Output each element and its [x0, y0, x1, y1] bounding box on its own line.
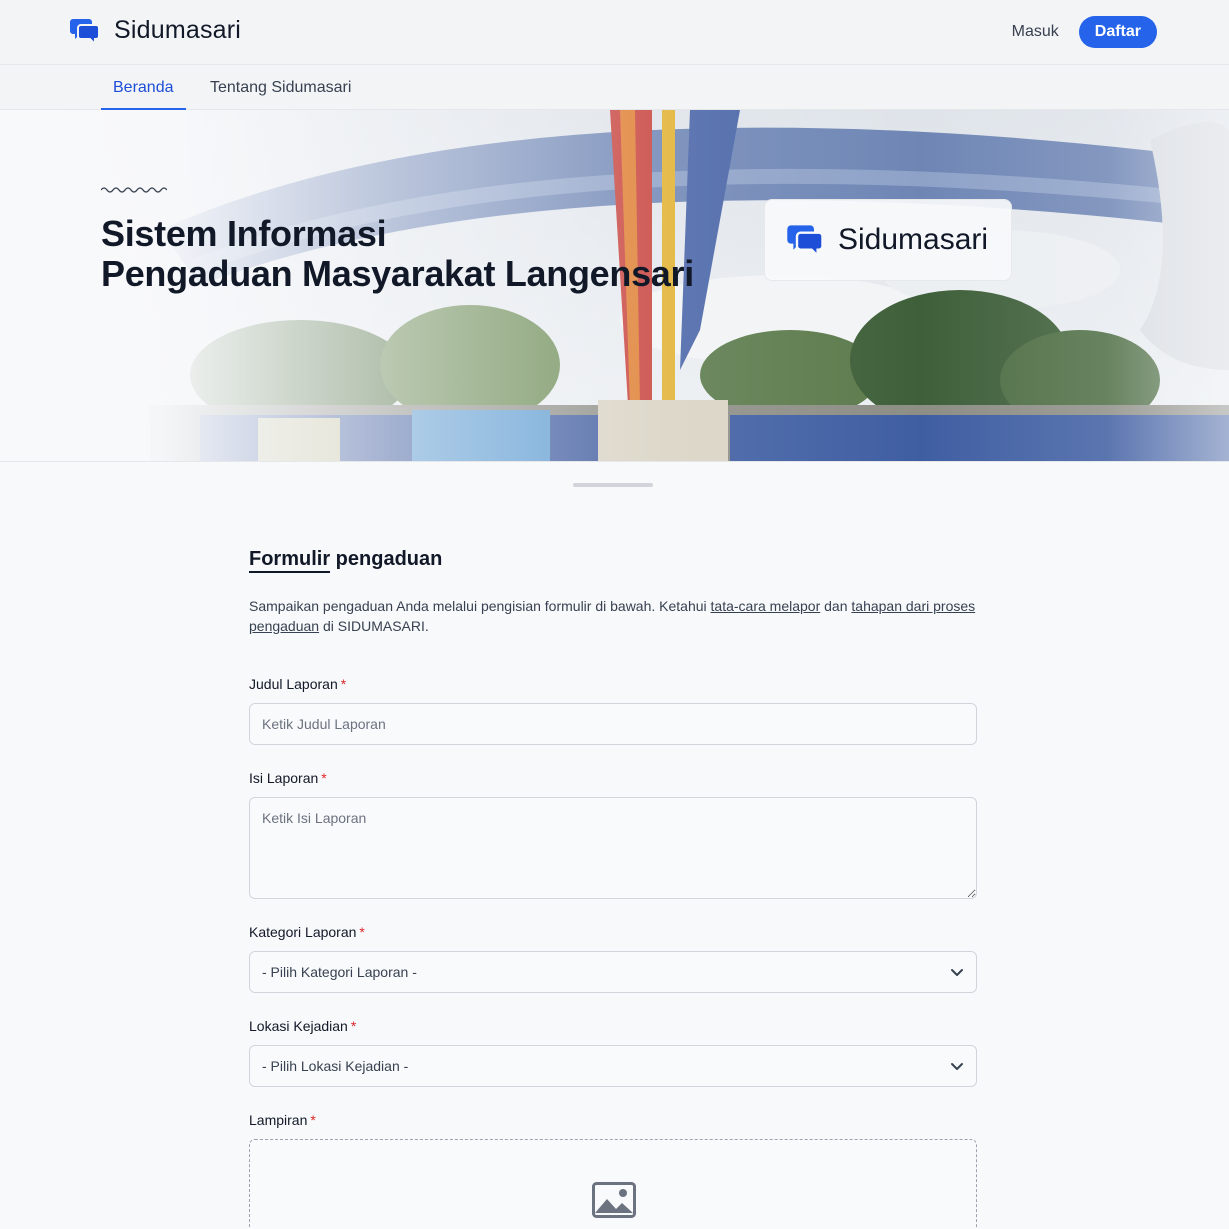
title-input[interactable]	[249, 703, 977, 745]
brand-name: Sidumasari	[114, 16, 242, 44]
location-label: Lokasi Kejadian *	[249, 1018, 356, 1034]
attachment-label: Lampiran *	[249, 1112, 316, 1128]
chat-bubbles-icon	[787, 225, 824, 257]
title-label-text: Judul Laporan	[249, 676, 338, 692]
hero-title: Sistem Informasi Pengaduan Masyarakat La…	[101, 214, 694, 294]
squiggle-decoration	[101, 187, 167, 193]
location-select[interactable]: - Pilih Lokasi Kejadian -	[249, 1045, 977, 1087]
desc-text: di SIDUMASARI.	[319, 618, 429, 634]
form-title-rest: pengaduan	[330, 548, 443, 570]
required-mark: *	[321, 770, 327, 786]
content-label-text: Isi Laporan	[249, 770, 319, 786]
form-description: Sampaikan pengaduan Anda melalui pengisi…	[249, 596, 977, 636]
hero-card-brand: Sidumasari	[838, 223, 989, 256]
procedure-link[interactable]: tata-cara melapor	[711, 598, 821, 614]
hero-banner: Sistem Informasi Pengaduan Masyarakat La…	[0, 110, 1229, 462]
complaint-form: Formulir pengaduan Sampaikan pengaduan A…	[249, 548, 977, 1229]
required-mark: *	[310, 1112, 316, 1128]
hero-title-line-2: Pengaduan Masyarakat Langensari	[101, 253, 694, 294]
form-title: Formulir pengaduan	[249, 548, 977, 576]
top-navbar: Sidumasari Masuk Daftar	[0, 0, 1229, 65]
hero-title-line-1: Sistem Informasi	[101, 213, 387, 254]
location-label-text: Lokasi Kejadian	[249, 1018, 348, 1034]
drag-handle	[573, 483, 653, 487]
required-mark: *	[340, 676, 347, 692]
required-mark: *	[359, 924, 365, 940]
login-link[interactable]: Masuk	[1012, 23, 1059, 41]
attachment-label-text: Lampiran	[249, 1112, 308, 1128]
chevron-down-icon	[951, 1063, 963, 1070]
image-icon	[592, 1182, 636, 1218]
desc-text: Sampaikan pengaduan Anda melalui pengisi…	[249, 598, 711, 614]
brand[interactable]: Sidumasari	[70, 16, 241, 45]
attachment-dropzone[interactable]	[249, 1139, 977, 1229]
desc-text: dan	[820, 598, 852, 614]
category-select-value: - Pilih Kategori Laporan -	[262, 964, 417, 980]
hero-brand-card: Sidumasari	[764, 199, 1012, 281]
location-select-value: - Pilih Lokasi Kejadian -	[262, 1058, 409, 1074]
tab-bar: Beranda Tentang Sidumasari	[0, 65, 1229, 110]
auth-links: Masuk Daftar	[1012, 16, 1157, 48]
form-title-underlined: Formulir	[249, 548, 331, 573]
category-label-text: Kategori Laporan	[249, 924, 357, 940]
title-label: Judul Laporan *	[249, 676, 346, 692]
content-textarea[interactable]	[249, 797, 977, 899]
tab-tentang-sidumasari[interactable]: Tentang Sidumasari	[210, 65, 351, 110]
chevron-down-icon	[951, 969, 963, 976]
tab-beranda[interactable]: Beranda	[101, 65, 186, 110]
content-label: Isi Laporan *	[249, 770, 327, 786]
register-button[interactable]: Daftar	[1078, 16, 1157, 48]
chat-bubbles-icon	[70, 18, 100, 45]
category-select[interactable]: - Pilih Kategori Laporan -	[249, 951, 977, 993]
required-mark: *	[350, 1018, 357, 1034]
category-label: Kategori Laporan *	[249, 924, 365, 940]
